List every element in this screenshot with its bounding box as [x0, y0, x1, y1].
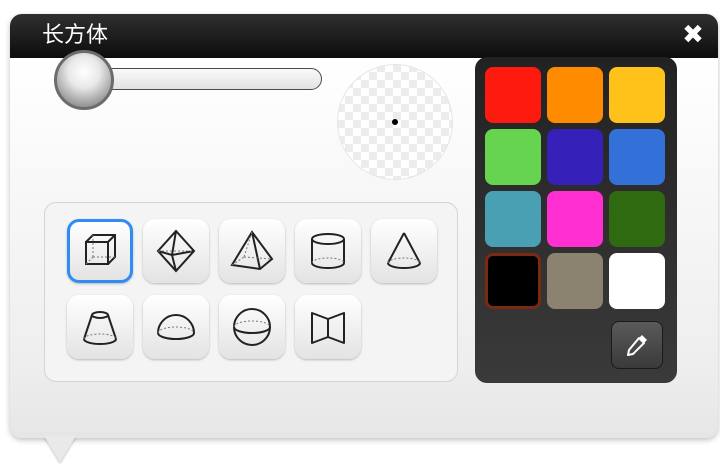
hemisphere-icon [157, 314, 195, 340]
close-icon[interactable]: ✖ [678, 20, 708, 50]
shape-pyramid-button[interactable] [219, 219, 285, 283]
color-swatch[interactable] [609, 129, 665, 185]
color-swatch[interactable] [609, 191, 665, 247]
color-swatch[interactable] [485, 191, 541, 247]
color-swatch[interactable] [609, 67, 665, 123]
cube-icon [85, 234, 116, 265]
frustum-icon [83, 311, 117, 345]
preview-center-dot [392, 119, 398, 125]
color-palette [475, 57, 677, 383]
shape-open-book-button[interactable] [295, 295, 361, 359]
color-swatch[interactable] [485, 129, 541, 185]
cone-icon [387, 232, 421, 269]
shape-cube-button[interactable] [67, 219, 133, 283]
color-swatch[interactable] [547, 191, 603, 247]
color-swatch[interactable] [485, 67, 541, 123]
eyedropper-button[interactable] [611, 321, 663, 369]
sphere-icon [233, 308, 271, 346]
shape-octahedron-button[interactable] [143, 219, 209, 283]
shape-grid [44, 202, 458, 382]
shape-hemisphere-button[interactable] [143, 295, 209, 359]
shape-sphere-button[interactable] [219, 295, 285, 359]
window-title: 长方体 [42, 23, 109, 48]
color-swatch[interactable] [547, 129, 603, 185]
title-bar: 长方体 ✖ [10, 14, 718, 58]
eyedropper-icon [627, 335, 647, 356]
color-swatch[interactable] [547, 67, 603, 123]
transparency-preview[interactable] [337, 64, 453, 180]
color-swatch[interactable] [485, 253, 541, 309]
shape-cylinder-button[interactable] [295, 219, 361, 283]
color-swatch[interactable] [609, 253, 665, 309]
color-swatch[interactable] [547, 253, 603, 309]
shape-cone-button[interactable] [371, 219, 437, 283]
size-slider-thumb[interactable] [54, 50, 114, 110]
callout-pointer [44, 436, 76, 462]
octahedron-icon [156, 229, 196, 273]
pyramid-icon [230, 230, 274, 271]
open-book-icon [311, 312, 345, 344]
cylinder-icon [311, 233, 345, 269]
shape-frustum-button[interactable] [67, 295, 133, 359]
